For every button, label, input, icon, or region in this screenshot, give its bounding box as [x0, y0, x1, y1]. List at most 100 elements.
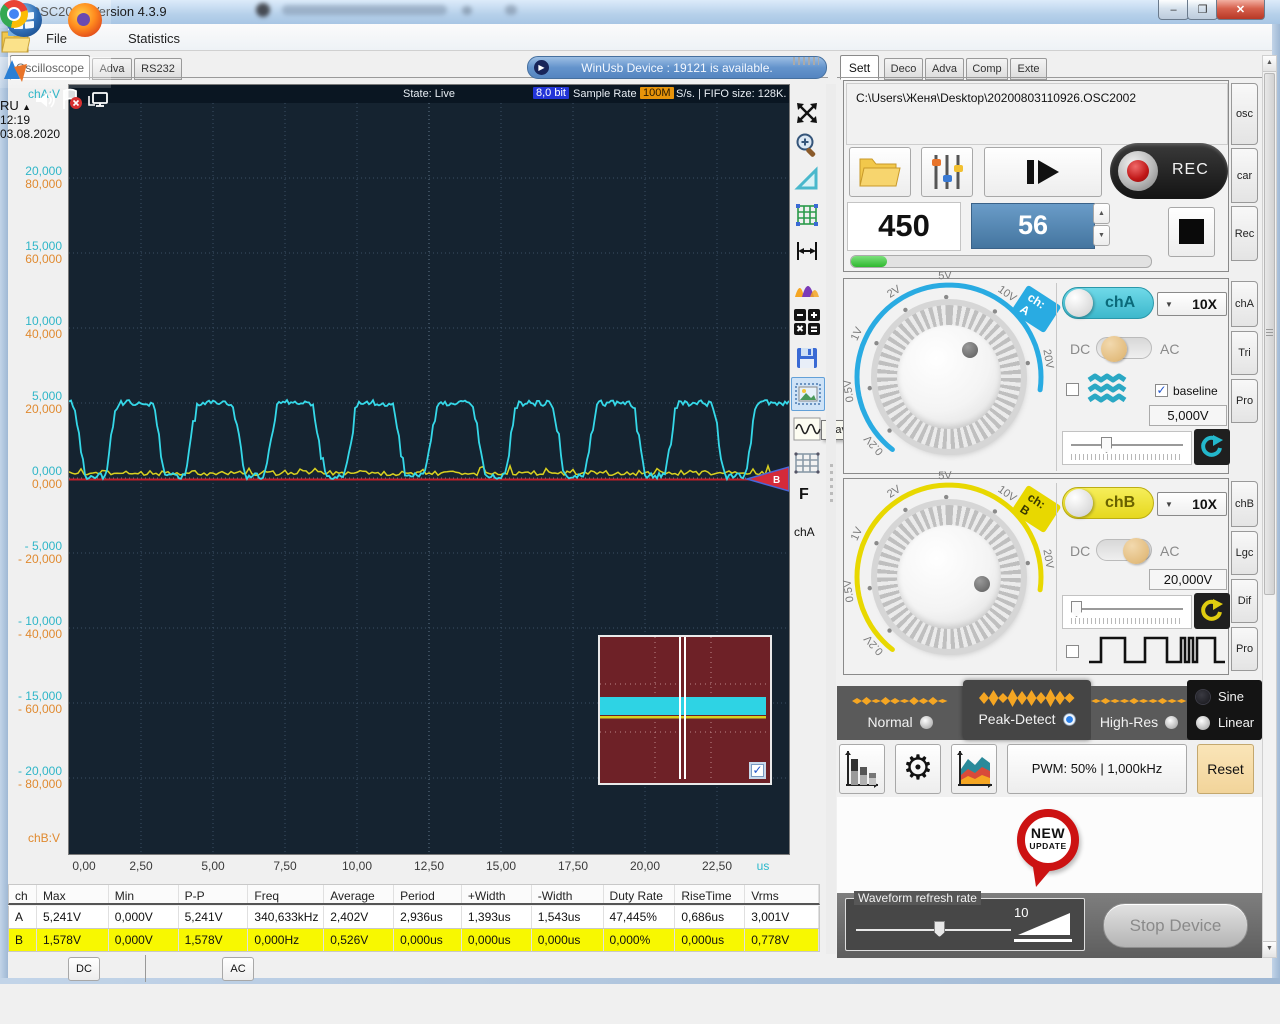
ruler-triangle-icon[interactable] — [791, 163, 823, 195]
tray-expand-icon[interactable]: ▲ — [22, 102, 31, 112]
chb-coupling-toggle[interactable] — [1096, 539, 1152, 561]
table-cell: 1,578V — [179, 929, 249, 951]
grid-icon[interactable] — [791, 199, 823, 231]
language-indicator[interactable]: RU — [0, 98, 19, 113]
acquisition-mode-radio[interactable] — [1063, 713, 1076, 726]
clock-time[interactable]: 12:19 — [0, 113, 111, 127]
table-header-row: chMaxMinP-PFreqAveragePeriod+Width-Width… — [8, 884, 820, 905]
minimize-button[interactable]: – — [1158, 0, 1189, 20]
gear-settings-button[interactable]: ⚙ — [895, 744, 941, 794]
chb-reset-button[interactable] — [1194, 593, 1230, 629]
restore-button[interactable]: ❐ — [1187, 0, 1218, 20]
side-tab-chb-lgc[interactable]: Lgc — [1231, 531, 1258, 575]
acquisition-mode-radio[interactable] — [920, 716, 933, 729]
interpolation-radio[interactable] — [1196, 690, 1210, 704]
osc2002-taskbar-button[interactable] — [0, 57, 111, 88]
spectrum-icon[interactable] — [791, 271, 823, 303]
interpolation-linear[interactable]: Linear — [1196, 715, 1254, 730]
cha-reset-button[interactable] — [1194, 429, 1230, 465]
pwm-button[interactable]: PWM: 50% | 1,000kHz — [1007, 744, 1187, 794]
cha-volts-dial[interactable]: 0.2V0.5V1V2V5V10V20Vch: A — [844, 279, 1056, 475]
side-tab-chb-dif[interactable]: Dif — [1231, 579, 1258, 623]
dial-knob[interactable] — [877, 305, 1021, 449]
cha-offset-slider[interactable] — [1062, 431, 1192, 465]
waveform-overview-inset[interactable]: ✓ — [598, 635, 772, 785]
new-update-badge[interactable]: NEW UPDATE — [1017, 809, 1079, 871]
math-icon[interactable] — [791, 306, 823, 338]
chb-offset-thumb[interactable] — [1071, 601, 1082, 617]
control-panel: Sett Deco Adva Comp Exte C:\Users\Женя\D… — [837, 50, 1278, 958]
inset-visible-checkbox[interactable]: ✓ — [751, 764, 764, 777]
cha-baseline-checkbox[interactable]: ✓ — [1155, 384, 1168, 397]
refresh-rate-thumb[interactable] — [934, 921, 945, 937]
scope-display: State: Live 8,0 bit Sample Rate 100M S/s… — [68, 84, 790, 855]
expand-icon[interactable] — [791, 97, 823, 129]
acquisition-mode-high-res[interactable]: High-Res — [1091, 686, 1187, 740]
action-center-flag-icon[interactable] — [60, 88, 84, 110]
stop-record-button[interactable] — [1168, 207, 1215, 257]
cha-enable-toggle[interactable]: chA — [1062, 287, 1154, 319]
cha-toggle-label: chA — [1105, 294, 1135, 312]
chb-volts-dial[interactable]: 0.2V0.5V1V2V5V10V20Vch: B — [844, 479, 1056, 675]
side-tab-chb-chb[interactable]: chB — [1231, 481, 1258, 527]
chb-enable-toggle[interactable]: chB — [1062, 487, 1154, 519]
side-tab-cha-tri[interactable]: Tri — [1231, 331, 1258, 375]
side-tab-cha-cha[interactable]: chA — [1231, 281, 1258, 327]
cha-coupling-toggle[interactable] — [1096, 337, 1152, 359]
chb-offset-slider[interactable] — [1062, 595, 1192, 629]
acquisition-mode-radio[interactable] — [1165, 716, 1178, 729]
rec-ring — [1118, 151, 1158, 191]
fft-button[interactable]: F — [799, 486, 809, 504]
record-count-input[interactable]: 56 — [971, 203, 1095, 249]
table-header-cell: Freq — [248, 885, 324, 903]
reset-button[interactable]: Reset — [1197, 744, 1254, 794]
dial-knob[interactable] — [877, 505, 1021, 649]
play-step-button[interactable] — [984, 147, 1102, 197]
volume-icon[interactable] — [34, 90, 56, 110]
rec-button[interactable]: REC — [1110, 143, 1228, 199]
toolbar-channel-label[interactable]: chA — [794, 525, 815, 539]
refresh-rate-track[interactable] — [856, 929, 1011, 931]
chb-digital-checkbox[interactable] — [1066, 645, 1079, 658]
interpolation-sine[interactable]: Sine — [1196, 689, 1244, 704]
cha-offset-thumb[interactable] — [1101, 437, 1112, 453]
table-icon[interactable] — [791, 447, 823, 479]
firefox-icon[interactable] — [68, 3, 102, 37]
cha-probe-dropdown[interactable]: ▼ 10X — [1157, 292, 1227, 316]
area-chart-button[interactable] — [951, 744, 997, 794]
side-tab-cha-pro[interactable]: Pro — [1231, 379, 1258, 423]
stop-device-button[interactable]: Stop Device — [1103, 903, 1248, 948]
record-count-spinner[interactable]: ▲ ▼ — [1093, 203, 1110, 247]
splitter[interactable] — [826, 84, 836, 954]
zoom-in-icon[interactable] — [791, 129, 823, 161]
coupling-dc-button[interactable]: DC — [68, 957, 100, 981]
v-axis-label-cha: 10,000 — [0, 315, 62, 327]
cha-invert-checkbox[interactable] — [1066, 383, 1079, 396]
side-tab-chb-pro[interactable]: Pro — [1231, 627, 1258, 671]
acquisition-mode-normal[interactable]: Normal — [837, 686, 963, 740]
acquisition-mode-peak-detect[interactable]: Peak-Detect — [963, 680, 1091, 740]
side-tab-rec-rec[interactable]: Rec — [1231, 206, 1258, 261]
open-file-button[interactable] — [849, 147, 911, 197]
side-tab-rec-osc[interactable]: osc — [1231, 83, 1258, 145]
sample-rate-value: 100M — [640, 87, 674, 99]
save-image-icon[interactable] — [791, 377, 825, 411]
waveform-icon[interactable] — [791, 413, 823, 445]
histogram-button[interactable] — [839, 744, 885, 794]
clock-date[interactable]: 03.08.2020 — [0, 127, 111, 141]
scope-grid[interactable]: B ✓ — [69, 103, 789, 854]
save-icon[interactable] — [791, 342, 823, 374]
coupling-ac-button[interactable]: AC — [222, 957, 254, 981]
v-axis-label-chb: 60,000 — [0, 253, 62, 265]
close-button[interactable]: ✕ — [1216, 0, 1265, 20]
measure-width-icon[interactable] — [791, 235, 823, 267]
menu-statistics[interactable]: Statistics — [120, 29, 188, 48]
chb-probe-dropdown[interactable]: ▼ 10X — [1157, 492, 1227, 516]
record-settings-button[interactable] — [921, 147, 973, 197]
interpolation-radio[interactable] — [1196, 716, 1210, 730]
side-tab-rec-car[interactable]: car — [1231, 148, 1258, 203]
panel-scrollbar[interactable]: ▲ ▼ — [1262, 55, 1277, 958]
network-icon[interactable] — [87, 90, 111, 110]
play-icon[interactable]: ▶ — [534, 60, 549, 75]
time-axis-unit: us — [733, 859, 793, 873]
